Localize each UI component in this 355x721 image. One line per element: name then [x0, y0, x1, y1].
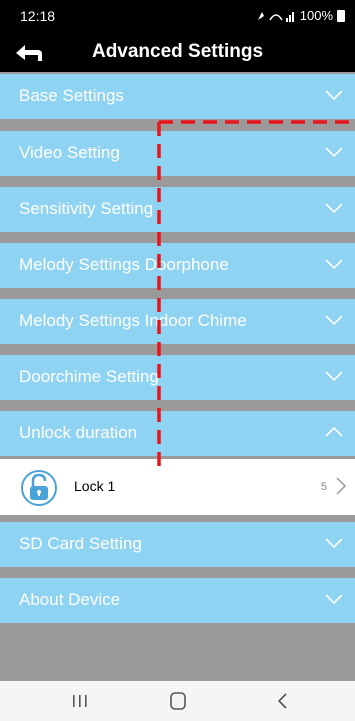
menu-item-label: Video Setting	[19, 143, 120, 162]
status-time: 12:18	[20, 8, 56, 24]
menu-item-sd-card-setting[interactable]: SD Card Setting	[0, 522, 355, 567]
chevron-up-icon	[325, 426, 343, 437]
back-icon[interactable]	[268, 689, 298, 713]
menu-item-about-device[interactable]: About Device	[0, 578, 355, 623]
chevron-down-icon	[325, 538, 343, 549]
home-icon[interactable]	[163, 689, 193, 713]
unlock-padlock-icon	[21, 470, 57, 506]
menu-item-base-settings[interactable]: Base Settings	[0, 74, 355, 119]
app-header: Advanced Settings	[0, 32, 355, 72]
menu-item-melody-doorphone[interactable]: Melody Settings Doorphone	[0, 243, 355, 288]
menu-item-sensitivity-setting[interactable]: Sensitivity Setting	[0, 187, 355, 232]
status-icons: 100%	[256, 8, 345, 23]
system-nav-bar	[0, 681, 355, 721]
signal-icon	[257, 11, 294, 22]
menu-item-label: Base Settings	[19, 86, 124, 105]
chevron-down-icon	[325, 594, 343, 605]
chevron-down-icon	[325, 90, 343, 101]
chevron-down-icon	[325, 371, 343, 382]
battery-percent: 100%	[299, 8, 333, 23]
menu-item-label: Unlock duration	[19, 423, 138, 442]
menu-item-doorchime-setting[interactable]: Doorchime Setting	[0, 355, 355, 400]
page-title: Advanced Settings	[91, 41, 264, 62]
chevron-down-icon	[325, 315, 343, 326]
menu-item-label: About Device	[19, 590, 121, 609]
menu-item-label: Sensitivity Setting	[19, 199, 154, 218]
recent-apps-icon[interactable]	[65, 689, 95, 713]
battery-icon	[337, 9, 345, 22]
lock-1-row[interactable]: Lock 1 5	[0, 459, 355, 515]
menu-item-unlock-duration[interactable]: Unlock duration	[0, 411, 355, 456]
lock-1-label: Lock 1	[74, 478, 116, 494]
chevron-right-icon	[336, 477, 347, 495]
status-bar: 12:18 100%	[0, 0, 355, 32]
lock-1-value: 5	[320, 481, 327, 493]
menu-item-label: Melody Settings Indoor Chime	[19, 311, 247, 330]
menu-item-label: Doorchime Setting	[19, 367, 159, 386]
chevron-down-icon	[325, 259, 343, 270]
menu-item-label: Melody Settings Doorphone	[19, 255, 229, 274]
menu-item-video-setting[interactable]: Video Setting	[0, 131, 355, 176]
chevron-down-icon	[325, 203, 343, 214]
chevron-down-icon	[325, 147, 343, 158]
menu-item-label: SD Card Setting	[19, 534, 142, 553]
menu-item-melody-indoor-chime[interactable]: Melody Settings Indoor Chime	[0, 299, 355, 344]
